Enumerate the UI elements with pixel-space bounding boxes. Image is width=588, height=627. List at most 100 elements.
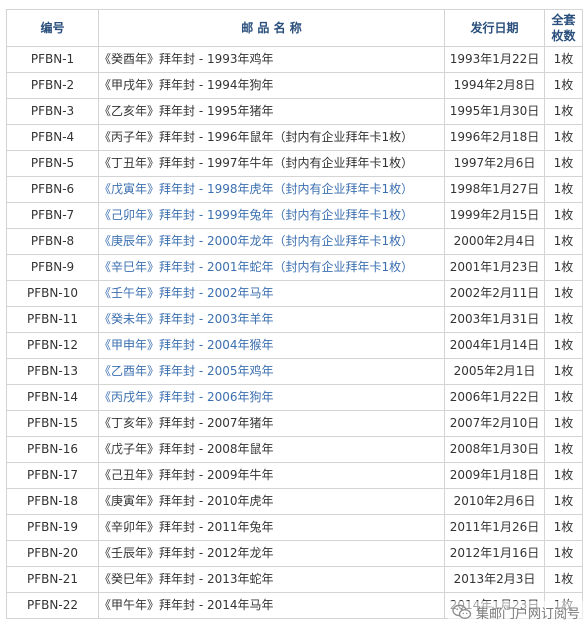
table-row: PFBN-12 《甲申年》拜年封 - 2004年猴年 2004年1月14日 1枚 [6,332,583,359]
issue-date-cell: 2000年2月4日 [444,228,545,255]
issue-date-cell: 1998年1月27日 [444,176,545,203]
stamp-name-cell[interactable]: 《壬午年》拜年封 - 2002年马年 [98,280,445,307]
table-row: PFBN-18 《庚寅年》拜年封 - 2010年虎年 2010年2月6日 1枚 [6,488,583,515]
table-row: PFBN-11 《癸未年》拜年封 - 2003年羊年 2003年1月31日 1枚 [6,306,583,333]
stamp-name-cell[interactable]: 《癸未年》拜年封 - 2003年羊年 [98,306,445,333]
stamp-code-cell: PFBN-2 [6,72,99,99]
set-count-cell: 1枚 [544,46,583,73]
issue-date-cell: 2005年2月1日 [444,358,545,385]
set-count-cell: 1枚 [544,254,583,281]
set-count-cell: 1枚 [544,436,583,463]
issue-date-cell: 1997年2月6日 [444,150,545,177]
set-count-cell: 1枚 [544,228,583,255]
stamp-name-cell[interactable]: 《丙戌年》拜年封 - 2006年狗年 [98,384,445,411]
issue-date-cell: 2003年1月31日 [444,306,545,333]
header-qty-line1: 全套 [551,13,576,27]
stamp-name-cell: 《丙子年》拜年封 - 1996年鼠年（封内有企业拜年卡1枚） [98,124,445,151]
issue-date-cell: 2009年1月18日 [444,462,545,489]
stamp-name-cell: 《乙亥年》拜年封 - 1995年猪年 [98,98,445,125]
stamp-name-cell: 《己丑年》拜年封 - 2009年牛年 [98,462,445,489]
table-row: PFBN-14 《丙戌年》拜年封 - 2006年狗年 2006年1月22日 1枚 [6,384,583,411]
stamp-name-cell[interactable]: 《辛巳年》拜年封 - 2001年蛇年（封内有企业拜年卡1枚） [98,254,445,281]
stamp-name-cell: 《壬辰年》拜年封 - 2012年龙年 [98,540,445,567]
stamp-name-cell[interactable]: 《戊寅年》拜年封 - 1998年虎年（封内有企业拜年卡1枚） [98,176,445,203]
issue-date-cell: 2011年1月26日 [444,514,545,541]
issue-date-cell: 1993年1月22日 [444,46,545,73]
stamp-name-cell: 《丁亥年》拜年封 - 2007年猪年 [98,410,445,437]
table-row: PFBN-6 《戊寅年》拜年封 - 1998年虎年（封内有企业拜年卡1枚） 1998… [6,176,583,203]
set-count-cell: 1枚 [544,384,583,411]
stamp-code-cell: PFBN-3 [6,98,99,125]
stamp-code-cell: PFBN-19 [6,514,99,541]
issue-date-cell: 1994年2月8日 [444,72,545,99]
table-row: PFBN-13 《乙酉年》拜年封 - 2005年鸡年 2005年2月1日 1枚 [6,358,583,385]
set-count-cell: 1枚 [544,410,583,437]
stamp-code-cell: PFBN-8 [6,228,99,255]
set-count-cell: 1枚 [544,358,583,385]
issue-date-cell: 1999年2月15日 [444,202,545,229]
stamp-code-cell: PFBN-22 [6,592,99,619]
set-count-cell: 1枚 [544,462,583,489]
stamp-code-cell: PFBN-21 [6,566,99,593]
set-count-cell: 1枚 [544,124,583,151]
stamp-table: 编号 邮 品 名 称 发行日期 全套枚数 PFBN-1 《癸酉年》拜年封 - 19… [6,9,583,619]
issue-date-cell: 2002年2月11日 [444,280,545,307]
table-row: PFBN-2 《甲戌年》拜年封 - 1994年狗年 1994年2月8日 1枚 [6,72,583,99]
issue-date-cell: 2001年1月23日 [444,254,545,281]
header-name: 邮 品 名 称 [98,9,445,47]
table-row: PFBN-8 《庚辰年》拜年封 - 2000年龙年（封内有企业拜年卡1枚） 2000… [6,228,583,255]
stamp-name-cell[interactable]: 《甲申年》拜年封 - 2004年猴年 [98,332,445,359]
table-row: PFBN-4 《丙子年》拜年封 - 1996年鼠年（封内有企业拜年卡1枚） 1996… [6,124,583,151]
stamp-code-cell: PFBN-5 [6,150,99,177]
stamp-name-cell: 《丁丑年》拜年封 - 1997年牛年（封内有企业拜年卡1枚） [98,150,445,177]
header-date: 发行日期 [444,9,545,47]
set-count-cell: 1枚 [544,72,583,99]
stamp-code-cell: PFBN-10 [6,280,99,307]
issue-date-cell: 1996年2月18日 [444,124,545,151]
table-row: PFBN-19 《辛卯年》拜年封 - 2011年兔年 2011年1月26日 1枚 [6,514,583,541]
header-qty: 全套 枚数 [544,9,583,47]
stamp-code-cell: PFBN-4 [6,124,99,151]
table-row: PFBN-3 《乙亥年》拜年封 - 1995年猪年 1995年1月30日 1枚 [6,98,583,125]
stamp-name-cell[interactable]: 《乙酉年》拜年封 - 2005年鸡年 [98,358,445,385]
table-row: PFBN-9 《辛巳年》拜年封 - 2001年蛇年（封内有企业拜年卡1枚） 2001… [6,254,583,281]
table-row: PFBN-7 《己卯年》拜年封 - 1999年兔年（封内有企业拜年卡1枚） 1999… [6,202,583,229]
header-code: 编号 [6,9,99,47]
stamp-name-cell[interactable]: 《己卯年》拜年封 - 1999年兔年（封内有企业拜年卡1枚） [98,202,445,229]
issue-date-cell: 2007年2月10日 [444,410,545,437]
issue-date-cell: 2008年1月30日 [444,436,545,463]
stamp-name-cell: 《癸酉年》拜年封 - 1993年鸡年 [98,46,445,73]
stamp-name-cell: 《甲戌年》拜年封 - 1994年狗年 [98,72,445,99]
table-row: PFBN-21 《癸巳年》拜年封 - 2013年蛇年 2013年2月3日 1枚 [6,566,583,593]
issue-date-cell: 2006年1月22日 [444,384,545,411]
table-row: PFBN-15 《丁亥年》拜年封 - 2007年猪年 2007年2月10日 1枚 [6,410,583,437]
table-row: PFBN-16 《戊子年》拜年封 - 2008年鼠年 2008年1月30日 1枚 [6,436,583,463]
stamp-name-cell: 《辛卯年》拜年封 - 2011年兔年 [98,514,445,541]
stamp-code-cell: PFBN-12 [6,332,99,359]
set-count-cell: 1枚 [544,332,583,359]
issue-date-cell: 1995年1月30日 [444,98,545,125]
issue-date-cell: 2004年1月14日 [444,332,545,359]
set-count-cell: 1枚 [544,176,583,203]
table-row: PFBN-17 《己丑年》拜年封 - 2009年牛年 2009年1月18日 1枚 [6,462,583,489]
stamp-code-cell: PFBN-9 [6,254,99,281]
set-count-cell: 1枚 [544,280,583,307]
stamp-name-cell: 《戊子年》拜年封 - 2008年鼠年 [98,436,445,463]
stamp-name-cell[interactable]: 《庚辰年》拜年封 - 2000年龙年（封内有企业拜年卡1枚） [98,228,445,255]
stamp-code-cell: PFBN-1 [6,46,99,73]
stamp-name-cell: 《癸巳年》拜年封 - 2013年蛇年 [98,566,445,593]
set-count-cell: 1枚 [544,306,583,333]
stamp-code-cell: PFBN-14 [6,384,99,411]
set-count-cell: 1枚 [544,514,583,541]
set-count-cell: 1枚 [544,98,583,125]
stamp-name-cell: 《庚寅年》拜年封 - 2010年虎年 [98,488,445,515]
set-count-cell: 1枚 [544,540,583,567]
header-qty-line2: 枚数 [551,29,576,43]
watermark-text: 集邮门户网订阅号 [475,606,580,622]
table-row: PFBN-1 《癸酉年》拜年封 - 1993年鸡年 1993年1月22日 1枚 [6,46,583,73]
set-count-cell: 1枚 [544,488,583,515]
stamp-code-cell: PFBN-7 [6,202,99,229]
wechat-icon [452,604,472,619]
stamp-code-cell: PFBN-18 [6,488,99,515]
stamp-code-cell: PFBN-17 [6,462,99,489]
